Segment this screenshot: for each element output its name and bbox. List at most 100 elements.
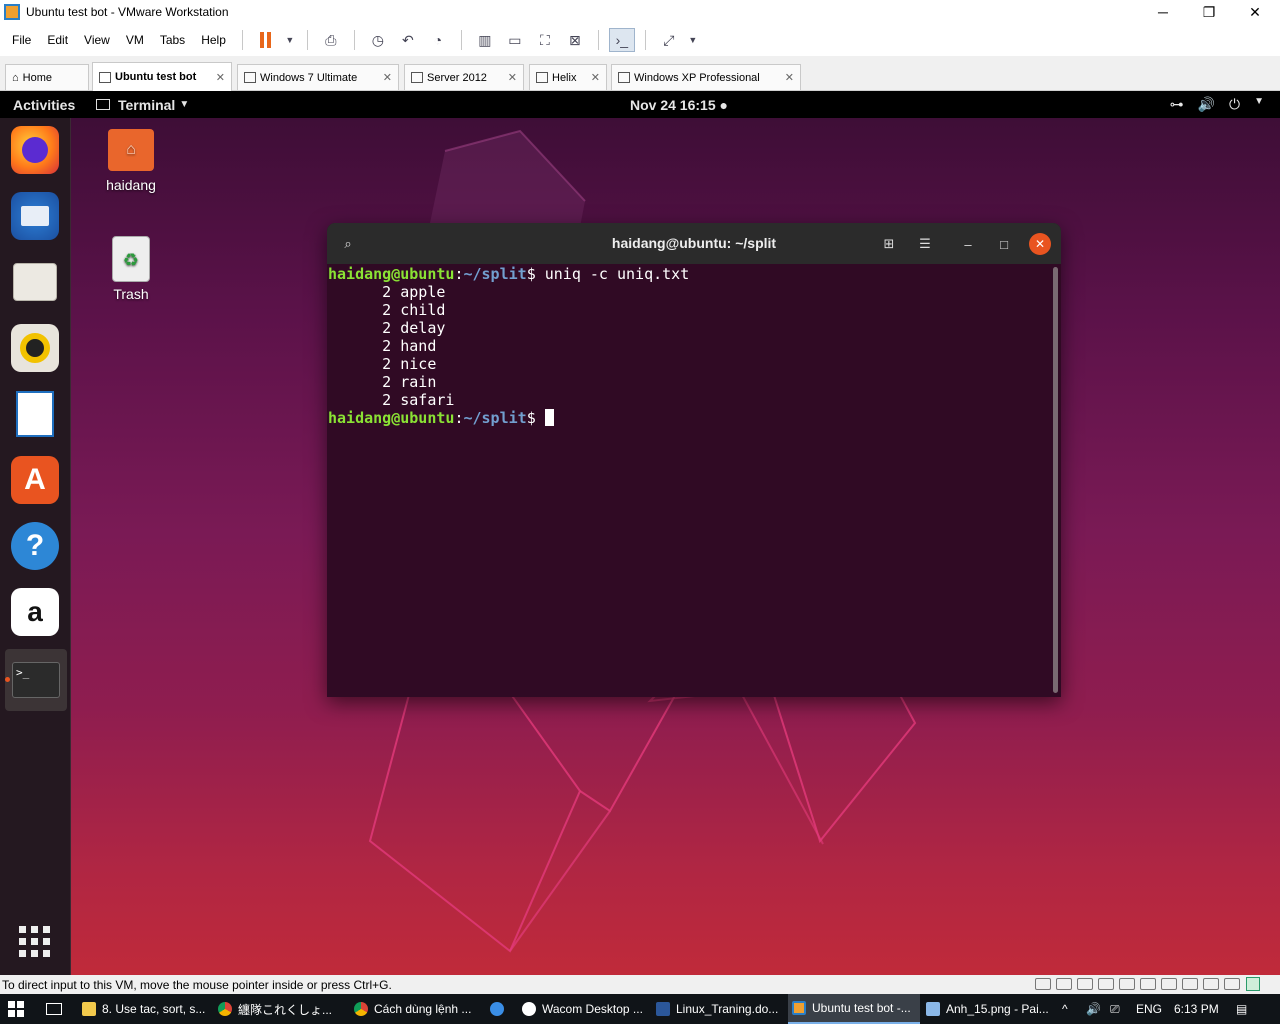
maximize-icon[interactable]: □ xyxy=(993,233,1015,255)
menu-tabs[interactable]: Tabs xyxy=(152,33,193,47)
amazon-icon[interactable]: a xyxy=(11,588,59,636)
stretch-dropdown-icon[interactable]: ▼ xyxy=(686,28,700,52)
taskbar-clock[interactable]: 6:13 PM xyxy=(1174,994,1224,1024)
snapshot-icon[interactable]: ◷ xyxy=(365,28,391,52)
unity-icon[interactable]: ⊠ xyxy=(562,28,588,52)
close-icon[interactable]: ✕ xyxy=(1029,233,1051,255)
menu-vm[interactable]: VM xyxy=(118,33,152,47)
display-icon[interactable] xyxy=(1224,978,1240,990)
taskbar-pinned-app[interactable] xyxy=(490,994,516,1024)
tab-ubuntu-test-bot[interactable]: Ubuntu test bot ✕ xyxy=(92,62,232,91)
taskbar-item-wacom[interactable]: Wacom Desktop ... xyxy=(522,994,652,1024)
close-icon[interactable]: ✕ xyxy=(508,71,517,84)
full-screen-icon[interactable]: ⛶ xyxy=(532,28,558,52)
taskbar-item-label: Cách dùng lệnh ... xyxy=(374,1002,472,1016)
ubuntu-software-icon[interactable]: A xyxy=(11,456,59,504)
volume-icon: 🔊 xyxy=(1197,96,1216,112)
show-hidden-icons-button[interactable]: ^ xyxy=(1062,994,1082,1024)
close-button[interactable]: ✕ xyxy=(1232,0,1278,24)
sound-card-icon[interactable] xyxy=(1182,978,1198,990)
restore-button[interactable]: ❐ xyxy=(1186,0,1232,24)
language-indicator[interactable]: ENG xyxy=(1136,994,1170,1024)
snapshot-manager-icon[interactable]: ◔ xyxy=(425,28,451,52)
prompt-path: ~/split xyxy=(463,265,527,283)
app-menu-terminal[interactable]: Terminal ▼ xyxy=(96,97,189,113)
close-icon[interactable]: ✕ xyxy=(785,71,794,84)
taskbar-item-vmware[interactable]: Ubuntu test bot -... xyxy=(788,994,920,1024)
vm-icon xyxy=(99,71,111,83)
action-center-icon[interactable]: ▤ xyxy=(1236,994,1260,1024)
menu-help[interactable]: Help xyxy=(193,33,234,47)
task-view-button[interactable] xyxy=(46,994,74,1024)
tab-server-2012[interactable]: Server 2012 ✕ xyxy=(404,64,524,90)
pause-dropdown-icon[interactable]: ▼ xyxy=(283,28,297,52)
tab-home[interactable]: ⌂ Home xyxy=(5,64,89,90)
app-menu-label: Terminal xyxy=(118,96,176,113)
vm-icon xyxy=(411,72,423,83)
tab-windows-7-ultimate[interactable]: Windows 7 Ultimate ✕ xyxy=(237,64,399,90)
network-tray-icon[interactable]: ⎚ xyxy=(1110,994,1130,1024)
desktop-trash[interactable]: ♻ Trash xyxy=(96,236,166,302)
system-tray[interactable]: ⊶ 🔊 ⏻ ▼ xyxy=(1170,96,1264,113)
revert-snapshot-icon[interactable]: ↶ xyxy=(395,28,421,52)
taskbar-item-explorer[interactable]: 8. Use tac, sort, s... xyxy=(82,994,212,1024)
send-ctrl-alt-del-icon[interactable]: ⎙ xyxy=(318,28,344,52)
pause-icon[interactable] xyxy=(253,28,279,52)
close-icon[interactable]: ✕ xyxy=(383,71,392,84)
taskbar-item-paint[interactable]: Anh_15.png - Pai... xyxy=(926,994,1056,1024)
tab-helix[interactable]: Helix ✕ xyxy=(529,64,607,90)
menu-view[interactable]: View xyxy=(76,33,118,47)
hard-disk-icon[interactable] xyxy=(1035,978,1051,990)
desktop-home-folder[interactable]: ⌂ haidang xyxy=(96,129,166,193)
taskbar-item-label: Ubuntu test bot -... xyxy=(812,1001,911,1015)
hard-disk-icon[interactable] xyxy=(1056,978,1072,990)
home-icon: ⌂ xyxy=(12,71,19,84)
console-view-icon[interactable]: ›_ xyxy=(608,28,635,52)
taskbar-item-chrome-2[interactable]: Cách dùng lệnh ... xyxy=(354,994,484,1024)
vm-screen[interactable]: Activities Terminal ▼ Nov 24 16:15 ● ⊶ 🔊… xyxy=(0,91,1280,975)
terminal-scrollbar[interactable] xyxy=(1053,267,1058,693)
thunderbird-icon[interactable] xyxy=(11,192,59,240)
terminal-output[interactable]: haidang@ubuntu:~/split$ uniq -c uniq.txt… xyxy=(328,265,1050,695)
tab-windows-xp-professional[interactable]: Windows XP Professional ✕ xyxy=(611,64,801,90)
taskbar-item-chrome-1[interactable]: 纏隊これくしょ... xyxy=(218,994,348,1024)
rhythmbox-icon[interactable] xyxy=(11,324,59,372)
minimize-button[interactable]: ─ xyxy=(1140,0,1186,24)
close-icon[interactable]: ✕ xyxy=(216,71,225,84)
cd-rom-icon[interactable] xyxy=(1119,978,1135,990)
files-icon[interactable] xyxy=(11,258,59,306)
output-line: 2 rain xyxy=(328,373,437,391)
volume-tray-icon[interactable]: 🔊 xyxy=(1086,994,1106,1024)
library-view-icon[interactable]: ▥ xyxy=(472,28,498,52)
menu-file[interactable]: File xyxy=(4,33,39,47)
hamburger-menu-icon[interactable]: ☰ xyxy=(914,233,936,255)
minimize-icon[interactable]: – xyxy=(957,233,979,255)
close-icon[interactable]: ✕ xyxy=(591,71,600,84)
firefox-icon[interactable] xyxy=(11,126,59,174)
network-adapter-icon[interactable] xyxy=(1140,978,1156,990)
help-icon[interactable]: ? xyxy=(11,522,59,570)
hard-disk-icon[interactable] xyxy=(1098,978,1114,990)
gnome-top-bar: Activities Terminal ▼ Nov 24 16:15 ● ⊶ 🔊… xyxy=(0,91,1280,118)
terminal-dock-icon[interactable]: >_ xyxy=(5,649,67,711)
taskbar-item-word[interactable]: Linux_Traning.do... xyxy=(656,994,786,1024)
show-applications-icon[interactable] xyxy=(11,918,59,966)
time-label: 6:13 PM xyxy=(1174,1002,1219,1016)
current-prompt-line: haidang@ubuntu:~/split$ xyxy=(328,409,1050,427)
libreoffice-writer-icon[interactable] xyxy=(11,390,59,438)
stretch-guest-icon[interactable]: ⤢ xyxy=(656,28,682,52)
start-button[interactable] xyxy=(8,994,38,1024)
menu-edit[interactable]: Edit xyxy=(39,33,76,47)
chevron-up-icon: ^ xyxy=(1062,1002,1068,1016)
terminal-window[interactable]: ⌕ haidang@ubuntu: ~/split ⊞ ☰ – □ ✕ haid… xyxy=(327,223,1061,697)
output-line: 2 delay xyxy=(328,319,446,337)
new-tab-icon[interactable]: ⊞ xyxy=(878,233,900,255)
clock[interactable]: Nov 24 16:15 ● xyxy=(630,97,728,113)
activities-button[interactable]: Activities xyxy=(13,97,75,113)
device-icons[interactable] xyxy=(1035,978,1240,990)
printer-icon[interactable] xyxy=(1161,978,1177,990)
hard-disk-icon[interactable] xyxy=(1077,978,1093,990)
usb-icon[interactable] xyxy=(1203,978,1219,990)
thumbnail-view-icon[interactable]: ▭ xyxy=(502,28,528,52)
message-log-icon[interactable] xyxy=(1246,977,1260,991)
